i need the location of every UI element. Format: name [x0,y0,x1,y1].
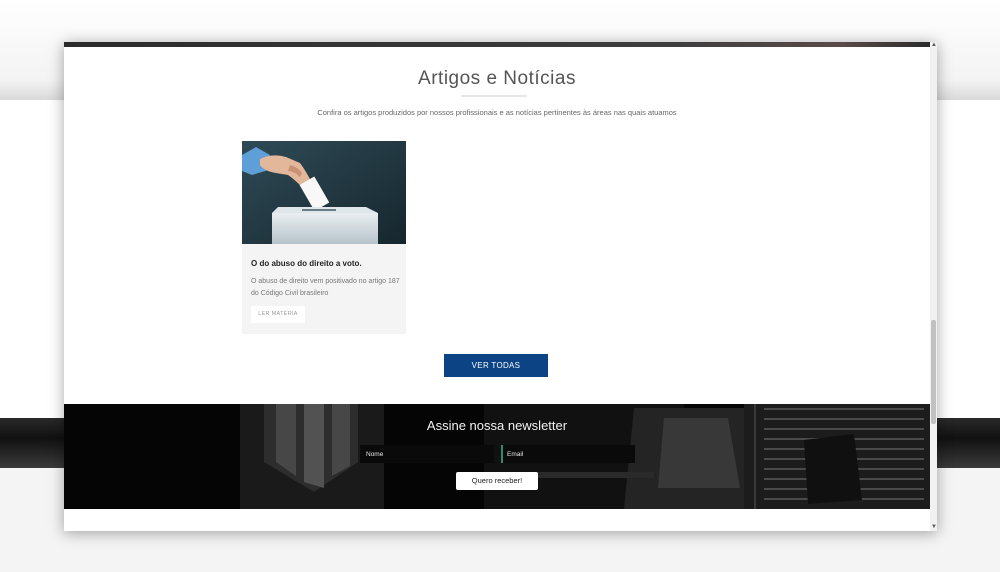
subscribe-button[interactable]: Quero receber! [456,472,538,490]
newsletter-section: Assine nossa newsletter Quero receber! [64,404,930,509]
article-title: O do abuso do direito a voto. [251,259,362,268]
scroll-down-arrow-icon[interactable]: ▼ [931,524,937,530]
newsletter-title: Assine nossa newsletter [426,418,568,433]
article-excerpt: O abuso de direito vem positivado no art… [251,278,400,297]
article-card[interactable]: O do abuso do direito a voto. O abuso de… [242,141,406,334]
hero-bottom-edge [64,42,930,47]
browser-window: Artigos e Notícias Confira os artigos pr… [64,42,937,531]
view-all-button[interactable]: VER TODAS [444,354,548,377]
section-title: Artigos e Notícias [418,68,576,89]
ballot-box-image [242,141,406,244]
scroll-thumb[interactable] [931,320,936,424]
page-scrollbar[interactable]: ▲ ▼ [930,42,937,531]
scroll-up-arrow-icon[interactable]: ▲ [931,42,937,48]
email-input-accent [501,445,503,463]
section-subtitle: Confira os artigos produzidos por nossos… [317,108,677,117]
read-article-button[interactable]: LER MATÉRIA [251,306,305,323]
email-input[interactable] [501,445,635,463]
name-input[interactable] [360,445,494,463]
title-underline [461,95,527,97]
